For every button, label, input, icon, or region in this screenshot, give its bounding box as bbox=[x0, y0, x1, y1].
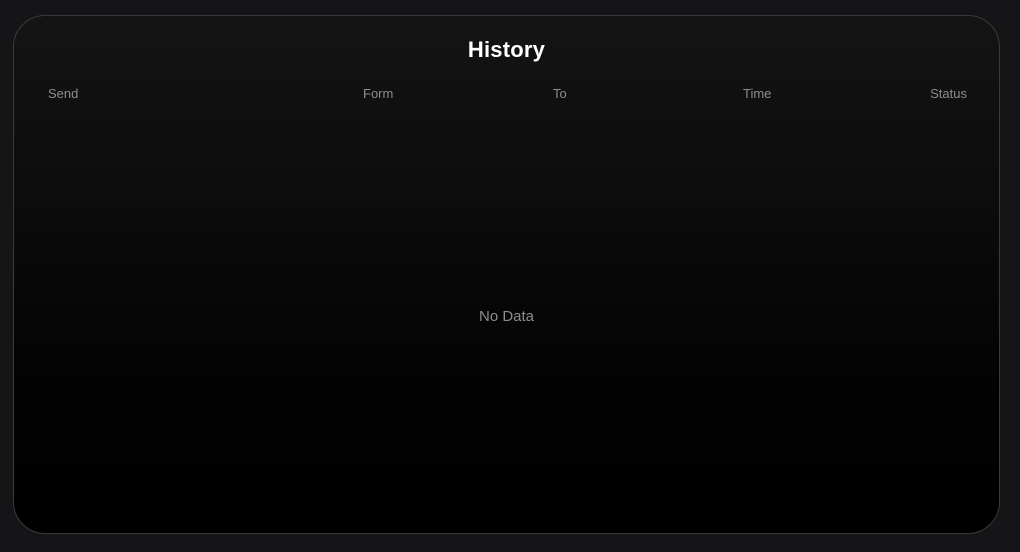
page-title: History bbox=[467, 37, 546, 62]
column-header-form: Form bbox=[363, 86, 394, 101]
history-panel: History Send Form To Time Status No Data bbox=[13, 15, 1000, 534]
column-header-to: To bbox=[553, 86, 567, 101]
column-header-time: Time bbox=[743, 86, 772, 101]
column-header-send: Send bbox=[48, 86, 79, 101]
empty-state-message: No Data bbox=[478, 308, 535, 325]
table-header: Send Form To Time Status bbox=[14, 86, 999, 106]
column-header-status: Status bbox=[930, 86, 967, 101]
